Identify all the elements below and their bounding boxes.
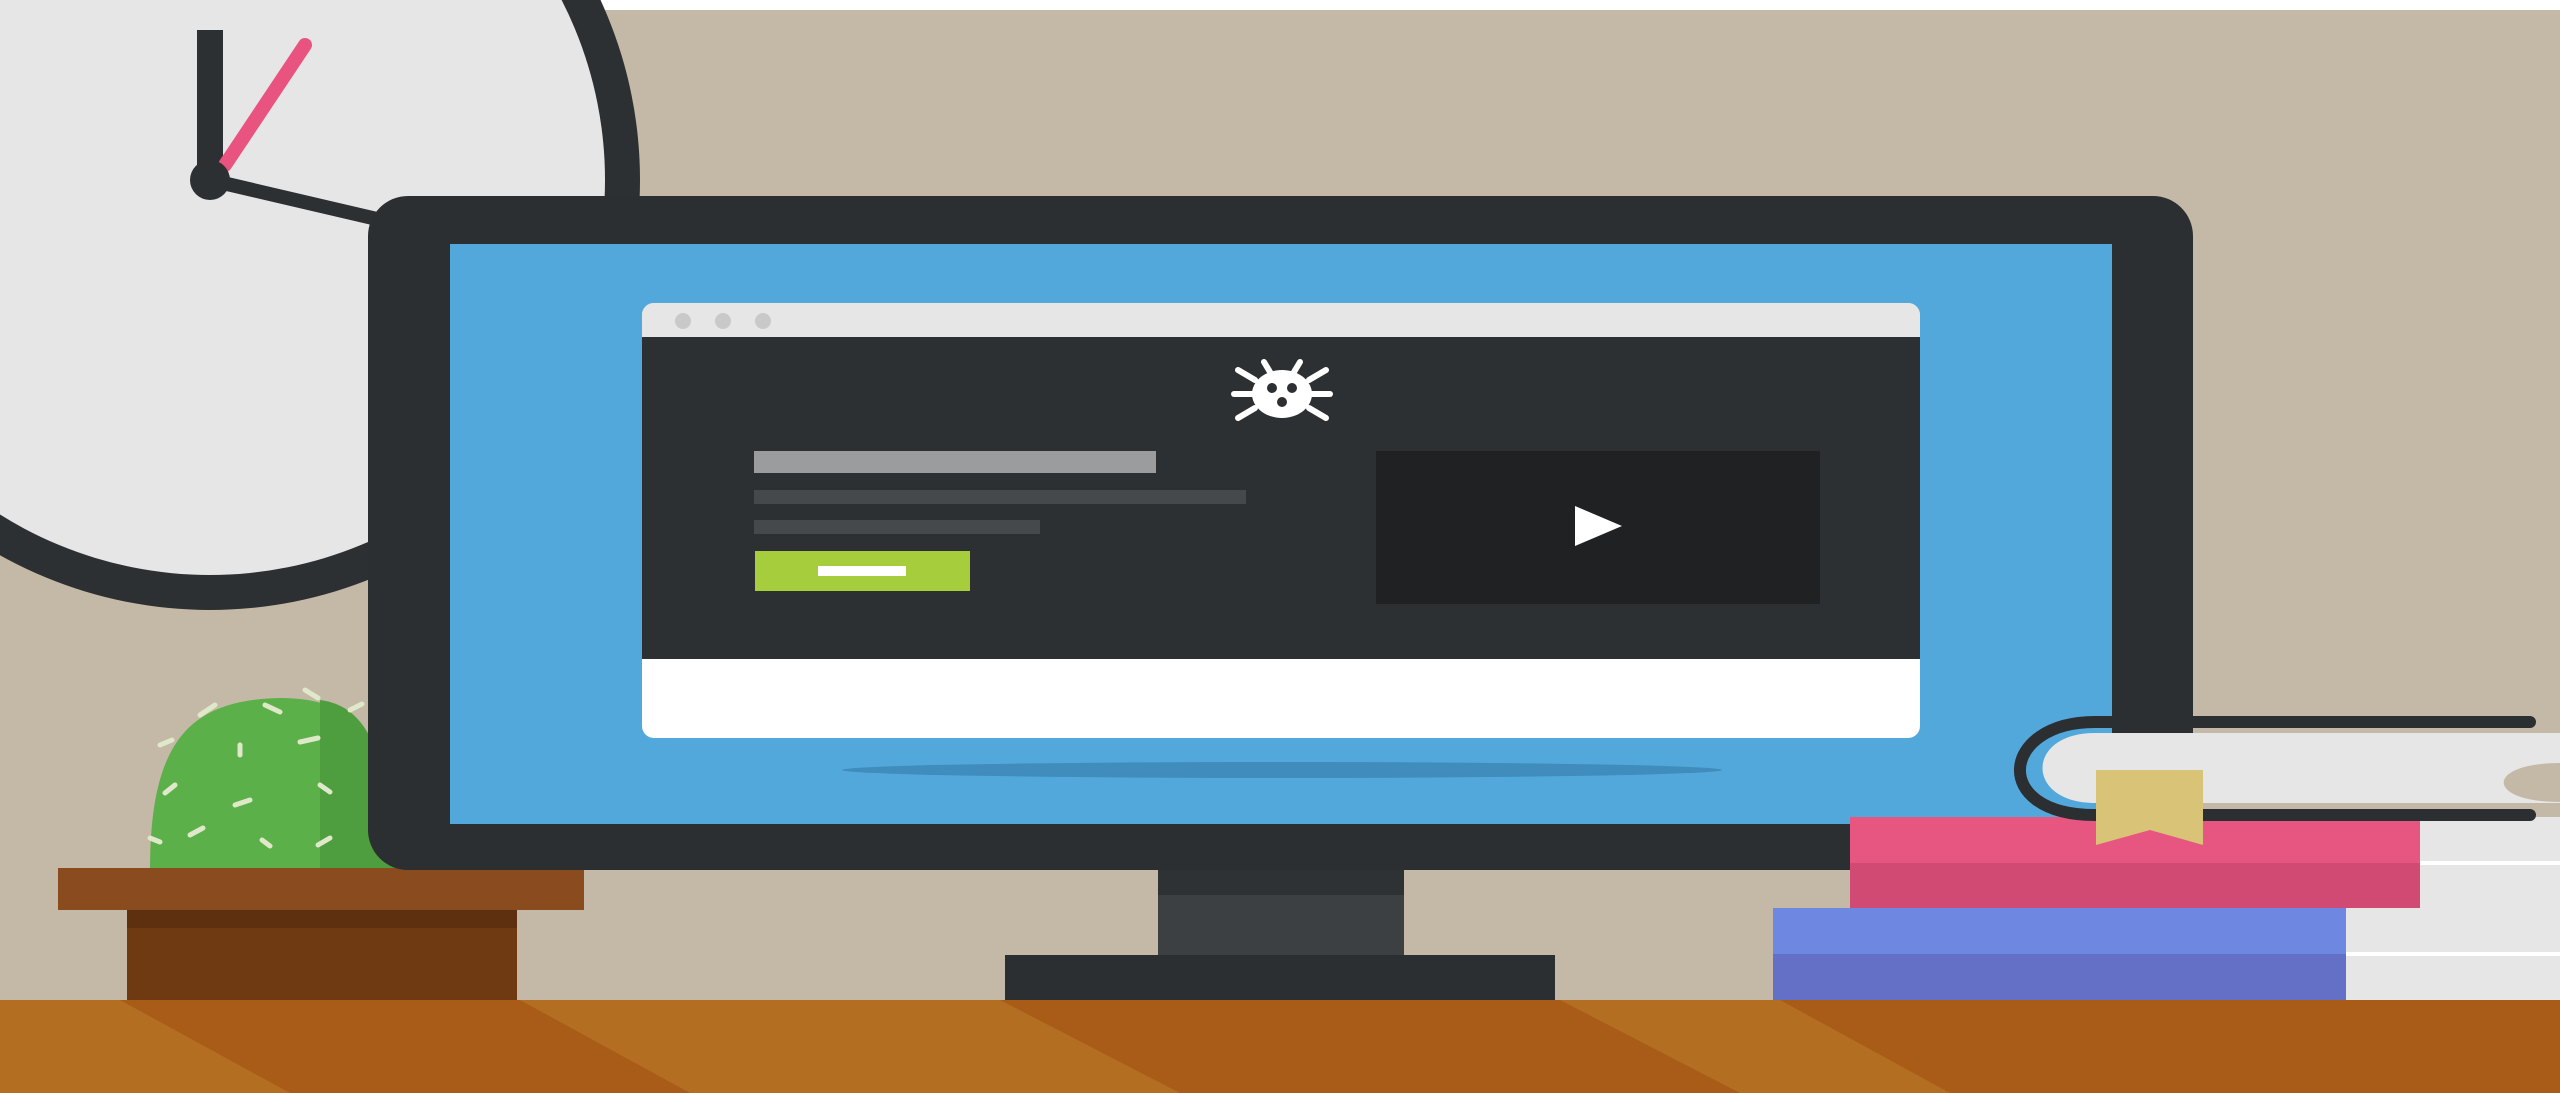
monitor-base xyxy=(1005,955,1555,1000)
text-placeholder-heading xyxy=(754,451,1156,473)
browser-window xyxy=(642,303,1920,738)
desk-illustration xyxy=(0,0,2560,1093)
desk xyxy=(0,1000,2560,1093)
cta-button-label-bar xyxy=(818,566,906,576)
clock-hour-hand xyxy=(197,30,223,180)
clock-center-pin xyxy=(190,160,230,200)
titlebar-dot[interactable] xyxy=(715,313,731,329)
pot-rim xyxy=(58,868,584,910)
monitor xyxy=(368,196,2193,870)
text-placeholder-line xyxy=(754,490,1246,504)
text-placeholder-line xyxy=(754,520,1040,534)
window-shadow xyxy=(842,762,1722,778)
titlebar-dot[interactable] xyxy=(675,313,691,329)
titlebar-dot[interactable] xyxy=(755,313,771,329)
